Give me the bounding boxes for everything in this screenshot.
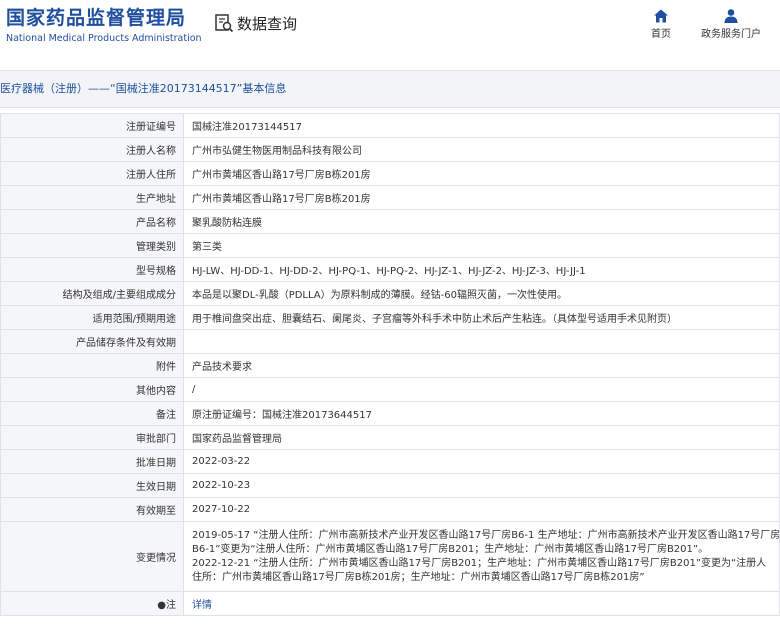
field-value: 国家药品监督管理局 [183,425,780,450]
field-label: 变更情况 [0,521,184,592]
data-search-icon [215,14,234,33]
change-line: 2019-05-17 “注册人住所：广州市高新技术产业开发区香山路17号厂房B6… [192,529,780,541]
table-row: 其他内容 / [0,377,780,402]
field-value: 产品技术要求 [183,353,780,378]
data-query-title: 数据查询 [214,11,297,35]
field-value: / [183,377,780,402]
field-value: 国械注准20173144517 [183,113,780,138]
field-label: 结构及组成/主要组成成分 [0,281,184,306]
field-value: 2022-03-22 [183,449,780,474]
change-line: B6-1”变更为“注册人住所：广州市黄埔区香山路17号厂房B201；生产地址：广… [192,543,709,555]
note-label-cell: ●注 [0,591,184,616]
user-icon [724,9,738,23]
field-label: 注册人住所 [0,161,184,186]
field-label: 注册证编号 [0,113,184,138]
field-label: 批准日期 [0,449,184,474]
table-row: 附件 产品技术要求 [0,353,780,378]
field-value: 广州市弘健生物医用制品科技有限公司 [183,137,780,162]
field-label: 附件 [0,353,184,378]
data-query-label: 数据查询 [237,14,298,33]
field-label: 审批部门 [0,425,184,450]
logo-en-text: National Medical Products Administration [6,33,202,44]
nav-home[interactable]: 首页 [646,8,676,42]
table-row: 型号规格 HJ-LW、HJ-DD-1、HJ-DD-2、HJ-PQ-1、HJ-PQ-… [0,257,780,282]
bullet-icon: ● [157,600,166,611]
field-label: 型号规格 [0,257,184,282]
change-line: 2022-12-21 “注册人住所：广州市黄埔区香山路17号厂房B201；生产地… [192,557,767,569]
home-icon [654,9,668,23]
nav-home-label: 首页 [651,29,671,40]
site-header: 国家药品监督管理局 National Medical Products Admi… [0,0,780,62]
field-value: 2022-10-23 [183,473,780,498]
nav-gov-service[interactable]: 政务服务门户 [697,8,765,42]
table-row-change-history: 变更情况 2019-05-17 “注册人住所：广州市高新技术产业开发区香山路17… [0,521,780,592]
field-value: 第三类 [183,233,780,258]
nav-gov-label: 政务服务门户 [701,29,761,40]
table-row: 管理类别 第三类 [0,233,780,258]
site-logo[interactable]: 国家药品监督管理局 National Medical Products Admi… [6,6,202,45]
field-value: 原注册证编号：国械注准20173644517 [183,401,780,426]
field-value: HJ-LW、HJ-DD-1、HJ-DD-2、HJ-PQ-1、HJ-PQ-2、HJ… [183,257,780,282]
field-label: 有效期至 [0,497,184,522]
breadcrumb-bar: 医疗器械（注册）——“国械注准20173144517”基本信息 [0,70,780,108]
table-row: 适用范围/预期用途 用于椎间盘突出症、胆囊结石、阑尾炎、子宫瘤等外科手术中防止术后… [0,305,780,330]
field-label: 备注 [0,401,184,426]
details-link[interactable]: 详情 [192,600,212,611]
table-row-note: ●注 详情 [0,591,780,616]
field-label: 管理类别 [0,233,184,258]
field-value: 用于椎间盘突出症、胆囊结石、阑尾炎、子宫瘤等外科手术中防止术后产生粘连。（具体型… [183,305,780,330]
table-row: 审批部门 国家药品监督管理局 [0,425,780,450]
change-history-value: 2019-05-17 “注册人住所：广州市高新技术产业开发区香山路17号厂房B6… [183,521,780,592]
table-row: 产品储存条件及有效期 [0,329,780,354]
device-info-table: 注册证编号 国械注准20173144517 注册人名称 广州市弘健生物医用制品科技有… [0,113,780,616]
field-label: 适用范围/预期用途 [0,305,184,330]
table-row: 批准日期 2022-03-22 [0,449,780,474]
change-line: 住所：广州市黄埔区香山路17号厂房B栋201房；生产地址：广州市黄埔区香山路17… [192,571,645,583]
table-row: 注册人住所 广州市黄埔区香山路17号厂房B栋201房 [0,161,780,186]
field-label: 产品名称 [0,209,184,234]
field-label: 生产地址 [0,185,184,210]
table-row: 结构及组成/主要组成成分 本品是以聚DL-乳酸（PDLLA）为原料制成的薄膜。经钴… [0,281,780,306]
breadcrumb: 医疗器械（注册）——“国械注准20173144517”基本信息 [0,82,287,95]
field-value: 广州市黄埔区香山路17号厂房B栋201房 [183,185,780,210]
note-label: 注 [166,600,176,611]
field-value [183,329,780,354]
note-value: 详情 [183,591,780,616]
table-row: 产品名称 聚乳酸防粘连膜 [0,209,780,234]
table-row: 生产地址 广州市黄埔区香山路17号厂房B栋201房 [0,185,780,210]
table-row: 生效日期 2022-10-23 [0,473,780,498]
table-row: 备注 原注册证编号：国械注准20173644517 [0,401,780,426]
field-label: 产品储存条件及有效期 [0,329,184,354]
field-value: 本品是以聚DL-乳酸（PDLLA）为原料制成的薄膜。经钴-60辐照灭菌，一次性使… [183,281,780,306]
field-label: 注册人名称 [0,137,184,162]
field-label: 其他内容 [0,377,184,402]
table-row: 注册人名称 广州市弘健生物医用制品科技有限公司 [0,137,780,162]
field-label: 生效日期 [0,473,184,498]
field-value: 广州市黄埔区香山路17号厂房B栋201房 [183,161,780,186]
field-value: 聚乳酸防粘连膜 [183,209,780,234]
table-row: 有效期至 2027-10-22 [0,497,780,522]
field-value: 2027-10-22 [183,497,780,522]
table-row: 注册证编号 国械注准20173144517 [0,113,780,138]
logo-cn-text: 国家药品监督管理局 [6,7,187,29]
